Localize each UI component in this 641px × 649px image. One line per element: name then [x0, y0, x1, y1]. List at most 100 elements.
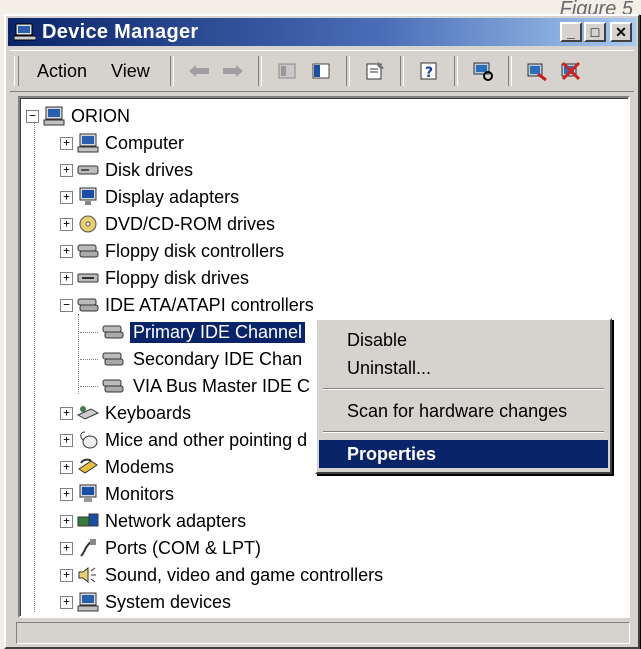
ide-channel-icon [102, 376, 124, 396]
tree-item-system-devices[interactable]: + System devices [60, 590, 231, 614]
action-menu[interactable]: Action [37, 61, 87, 82]
help-icon[interactable]: ? [415, 57, 443, 85]
tree-item-label: Mice and other pointing d [105, 429, 308, 450]
toolbar-separator [453, 56, 458, 86]
expand-icon[interactable]: + [60, 406, 73, 420]
menu-item-properties[interactable]: Properties [319, 440, 608, 468]
tree-item-label: System devices [105, 591, 232, 612]
expand-icon[interactable]: + [60, 244, 73, 258]
menu-separator [323, 388, 604, 390]
floppy-drive-icon [77, 268, 99, 288]
update-driver-icon[interactable] [523, 57, 551, 85]
menu-item-label: Disable [347, 329, 408, 350]
context-menu: Disable Uninstall... Scan for hardware c… [315, 318, 612, 474]
tree-item-label: Disk drives [105, 159, 194, 180]
tree-root[interactable]: − ORION [26, 104, 130, 128]
window-title: Device Manager [42, 20, 199, 43]
tree-item-label: Computer [105, 132, 185, 153]
menu-item-scan-hardware[interactable]: Scan for hardware changes [319, 397, 608, 425]
expand-icon[interactable]: + [60, 487, 73, 501]
tree-item-monitors[interactable]: + Monitors [60, 482, 174, 506]
expand-icon[interactable]: + [60, 217, 73, 231]
tree-item-ide-ata-atapi-controllers[interactable]: − IDE ATA/ATAPI controllers [60, 293, 314, 317]
toolbar-separator [507, 56, 512, 86]
expand-icon[interactable]: + [60, 568, 73, 582]
minimize-button[interactable]: _ [560, 22, 582, 42]
tree-item-disk-drives[interactable]: + Disk drives [60, 158, 193, 182]
expand-icon[interactable]: + [60, 514, 73, 528]
tree-item-computer[interactable]: + Computer [60, 131, 184, 155]
tree-item-label: Monitors [105, 483, 175, 504]
toolbar-separator [345, 56, 350, 86]
keyboard-icon [77, 403, 99, 423]
status-bar [16, 622, 630, 644]
mouse-icon [77, 430, 99, 450]
back-arrow-icon[interactable] [185, 57, 213, 85]
tree-item-keyboards[interactable]: + Keyboards [60, 401, 191, 425]
device-manager-icon [14, 23, 36, 41]
tree-item-label: Secondary IDE Chan [133, 348, 303, 369]
tree-guide-line [34, 122, 35, 612]
uninstall-icon[interactable] [557, 57, 585, 85]
tree-item-sound-video-game[interactable]: + Sound, video and game controllers [60, 563, 383, 587]
controller-icon [77, 241, 99, 261]
expand-icon[interactable]: + [60, 271, 73, 285]
expand-icon[interactable]: + [60, 541, 73, 555]
ide-channel-icon [102, 349, 124, 369]
tree-item-floppy-disk-drives[interactable]: + Floppy disk drives [60, 266, 249, 290]
properties-icon[interactable] [361, 57, 389, 85]
dvd-drive-icon [77, 214, 99, 234]
toolbar-separator [169, 56, 174, 86]
tree-item-via-bus-master-ide[interactable]: VIA Bus Master IDE C [102, 374, 310, 398]
monitor-icon [77, 484, 99, 504]
collapse-icon[interactable]: − [26, 109, 39, 123]
tree-item-display-adapters[interactable]: + Display adapters [60, 185, 239, 209]
menu-separator [323, 431, 604, 433]
close-button[interactable]: ✕ [610, 22, 632, 42]
tree-item-label: Primary IDE Channel [128, 320, 307, 344]
view-menu[interactable]: View [111, 61, 150, 82]
expand-icon[interactable]: + [60, 460, 73, 474]
tree-item-mice[interactable]: + Mice and other pointing d [60, 428, 307, 452]
disk-drive-icon [77, 160, 99, 180]
toolbar-separator [399, 56, 404, 86]
forward-arrow-icon[interactable] [219, 57, 247, 85]
export-list-icon[interactable] [307, 57, 335, 85]
tree-item-secondary-ide-channel[interactable]: Secondary IDE Chan [102, 347, 302, 371]
scan-hardware-icon[interactable] [469, 57, 497, 85]
tree-guide-line [80, 359, 98, 360]
menu-item-uninstall[interactable]: Uninstall... [319, 354, 608, 382]
tree-item-primary-ide-channel[interactable]: Primary IDE Channel [102, 320, 307, 344]
collapse-icon[interactable]: − [60, 298, 73, 312]
expand-icon[interactable]: + [60, 163, 73, 177]
title-bar[interactable]: Device Manager _ □ ✕ [8, 18, 636, 46]
show-hide-tree-icon[interactable] [273, 57, 301, 85]
tree-root-label: ORION [71, 105, 131, 126]
tree-guide-line [80, 386, 98, 387]
tree-item-label: IDE ATA/ATAPI controllers [105, 294, 314, 315]
controller-icon [77, 295, 99, 315]
menu-item-disable[interactable]: Disable [319, 326, 608, 354]
expand-icon[interactable]: + [60, 433, 73, 447]
tree-item-dvd-cd-rom-drives[interactable]: + DVD/CD-ROM drives [60, 212, 275, 236]
menu-item-label: Uninstall... [347, 357, 432, 378]
expand-icon[interactable]: + [60, 136, 73, 150]
tree-item-label: Floppy disk controllers [105, 240, 285, 261]
maximize-button[interactable]: □ [584, 22, 606, 42]
tree-item-ports[interactable]: + Ports (COM & LPT) [60, 536, 261, 560]
expand-icon[interactable]: + [60, 190, 73, 204]
computer-icon [43, 106, 65, 126]
tree-item-network-adapters[interactable]: + Network adapters [60, 509, 246, 533]
tree-item-label: Sound, video and game controllers [105, 564, 384, 585]
tree-item-label: Ports (COM & LPT) [105, 537, 262, 558]
tree-item-floppy-disk-controllers[interactable]: + Floppy disk controllers [60, 239, 284, 263]
modem-icon [77, 457, 99, 477]
toolbar-grip[interactable] [14, 56, 19, 86]
network-adapter-icon [77, 511, 99, 531]
port-icon [77, 538, 99, 558]
tree-item-label: Modems [105, 456, 175, 477]
expand-icon[interactable]: + [60, 595, 73, 609]
tree-item-label: DVD/CD-ROM drives [105, 213, 276, 234]
tree-item-modems[interactable]: + Modems [60, 455, 174, 479]
toolbar-separator [257, 56, 262, 86]
